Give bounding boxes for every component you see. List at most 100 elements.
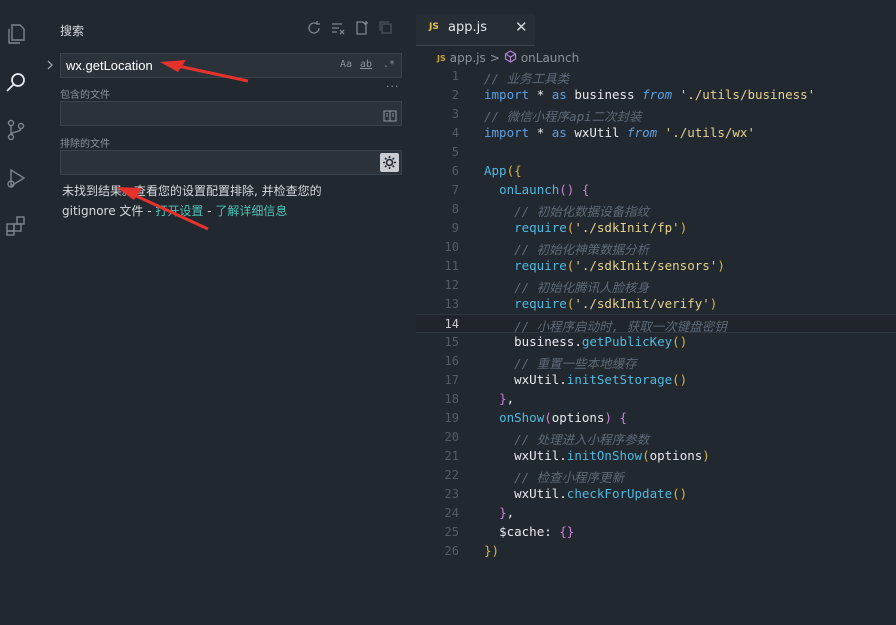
search-sidebar: 搜索 wx.getLocation Aa ab .* ··· 包含的文件 排除的…: [33, 0, 416, 625]
match-case-toggle[interactable]: Aa: [340, 59, 352, 70]
line-number: 13: [444, 297, 459, 311]
code-text: // 检查小程序更新: [514, 470, 625, 485]
code-line[interactable]: 22 // 检查小程序更新: [416, 466, 896, 485]
code-line[interactable]: 1 // 业务工具类: [416, 67, 896, 86]
code-line[interactable]: 24 },: [416, 504, 896, 523]
new-search-editor-icon[interactable]: [354, 20, 370, 36]
code-line[interactable]: 14 // 小程序启动时, 获取一次键盘密钥: [416, 314, 896, 334]
code-text: require('./sdkInit/fp'): [514, 220, 688, 235]
explorer-icon[interactable]: [4, 22, 28, 46]
match-whole-word-toggle[interactable]: ab: [360, 59, 372, 70]
line-number: 25: [444, 525, 459, 539]
code-text: App({: [484, 163, 522, 178]
code-line[interactable]: 15 business.getPublicKey(): [416, 333, 896, 352]
code-text: // 重置一些本地缓存: [514, 356, 637, 371]
code-text: }): [484, 543, 500, 558]
use-regex-toggle[interactable]: .*: [383, 59, 395, 70]
code-text: // 处理进入小程序参数: [514, 432, 650, 447]
code-line[interactable]: 17 wxUtil.initSetStorage(): [416, 371, 896, 390]
learn-more-link[interactable]: 了解详细信息: [215, 204, 287, 218]
no-results-message: 未找到结果。查看您的设置配置排除, 并检查您的 gitignore 文件 - 打…: [62, 181, 362, 221]
line-number: 17: [444, 373, 459, 387]
code-text: wxUtil.checkForUpdate(): [514, 486, 688, 501]
code-text: require('./sdkInit/verify'): [514, 296, 718, 311]
code-line[interactable]: 11 require('./sdkInit/sensors'): [416, 257, 896, 276]
tab-app-js[interactable]: JS app.js ✕: [416, 14, 535, 46]
run-debug-icon[interactable]: [4, 166, 28, 190]
line-number: 2: [451, 88, 459, 102]
code-text: },: [499, 391, 515, 406]
toggle-search-details[interactable]: ···: [386, 80, 400, 93]
toggle-replace-icon[interactable]: [45, 57, 55, 71]
include-files-input[interactable]: [60, 101, 402, 126]
code-line[interactable]: 26}): [416, 542, 896, 561]
code-line[interactable]: 20 // 处理进入小程序参数: [416, 428, 896, 447]
search-input[interactable]: wx.getLocation Aa ab .*: [60, 53, 402, 78]
code-line[interactable]: 3 // 微信小程序api二次封装: [416, 105, 896, 124]
open-settings-link[interactable]: 打开设置: [155, 204, 203, 218]
line-number: 1: [451, 69, 459, 83]
editor-area: JS app.js ✕ JS app.js > onLaunch 1 // 业务工…: [416, 0, 896, 625]
code-line[interactable]: 6 App({: [416, 162, 896, 181]
search-value[interactable]: wx.getLocation: [66, 58, 153, 73]
code-line[interactable]: 25 $cache: {}: [416, 523, 896, 542]
clear-results-icon[interactable]: [330, 20, 346, 36]
source-control-icon[interactable]: [4, 118, 28, 142]
code-text: // 初始化神策数据分析: [514, 242, 650, 257]
code-text: onShow(options) {: [499, 410, 628, 425]
line-number: 12: [444, 278, 459, 292]
refresh-icon[interactable]: [306, 20, 322, 36]
open-editors-only-icon[interactable]: [383, 107, 397, 126]
use-exclude-settings-icon[interactable]: [380, 153, 399, 172]
code-text: import * as wxUtil from './utils/wx': [484, 125, 755, 140]
code-text: require('./sdkInit/sensors'): [514, 258, 725, 273]
breadcrumb-symbol[interactable]: onLaunch: [521, 51, 579, 65]
code-line[interactable]: 13 require('./sdkInit/verify'): [416, 295, 896, 314]
code-line[interactable]: 12 // 初始化腾讯人脸核身: [416, 276, 896, 295]
js-file-icon: JS: [429, 22, 439, 32]
code-line[interactable]: 2 import * as business from './utils/busi…: [416, 86, 896, 105]
sidebar-actions: [306, 20, 394, 38]
line-number: 10: [444, 240, 459, 254]
code-text: business.getPublicKey(): [514, 334, 688, 349]
exclude-label: 排除的文件: [60, 139, 110, 150]
line-number: 24: [444, 506, 459, 520]
method-icon: [504, 50, 517, 66]
code-line[interactable]: 4 import * as wxUtil from './utils/wx': [416, 124, 896, 143]
line-number: 14: [444, 317, 459, 331]
code-text: $cache: {}: [499, 524, 575, 539]
code-text: wxUtil.initOnShow(options): [514, 448, 710, 463]
code-text: // 初始化数据设备指纹: [514, 204, 650, 219]
code-line[interactable]: 21 wxUtil.initOnShow(options): [416, 447, 896, 466]
code-line[interactable]: 9 require('./sdkInit/fp'): [416, 219, 896, 238]
code-line[interactable]: 5: [416, 143, 896, 162]
line-number: 8: [451, 202, 459, 216]
code-line[interactable]: 18 },: [416, 390, 896, 409]
code-text: // 业务工具类: [484, 71, 570, 86]
include-label: 包含的文件: [60, 90, 110, 101]
code-line[interactable]: 16 // 重置一些本地缓存: [416, 352, 896, 371]
line-number: 7: [451, 183, 459, 197]
breadcrumb-file[interactable]: app.js: [450, 51, 486, 65]
code-line[interactable]: 10 // 初始化神策数据分析: [416, 238, 896, 257]
line-number: 4: [451, 126, 459, 140]
exclude-files-input[interactable]: [60, 150, 402, 175]
code-line[interactable]: 19 onShow(options) {: [416, 409, 896, 428]
extensions-icon[interactable]: [4, 214, 28, 238]
tab-label: app.js: [448, 20, 487, 35]
line-number: 6: [451, 164, 459, 178]
line-number: 26: [444, 544, 459, 558]
code-line[interactable]: 7 onLaunch() {: [416, 181, 896, 200]
line-number: 5: [451, 145, 459, 159]
line-number: 3: [451, 107, 459, 121]
code-editor[interactable]: 1 // 业务工具类 2 import * as business from './u…: [416, 67, 896, 561]
close-icon[interactable]: ✕: [515, 18, 528, 36]
collapse-all-icon[interactable]: [378, 20, 394, 36]
code-text: // 初始化腾讯人脸核身: [514, 280, 650, 295]
code-line[interactable]: 23 wxUtil.checkForUpdate(): [416, 485, 896, 504]
breadcrumb-separator: >: [489, 51, 500, 65]
search-icon[interactable]: [4, 70, 28, 94]
code-line[interactable]: 8 // 初始化数据设备指纹: [416, 200, 896, 219]
code-text: import * as business from './utils/busin…: [484, 87, 816, 102]
code-text: },: [499, 505, 515, 520]
